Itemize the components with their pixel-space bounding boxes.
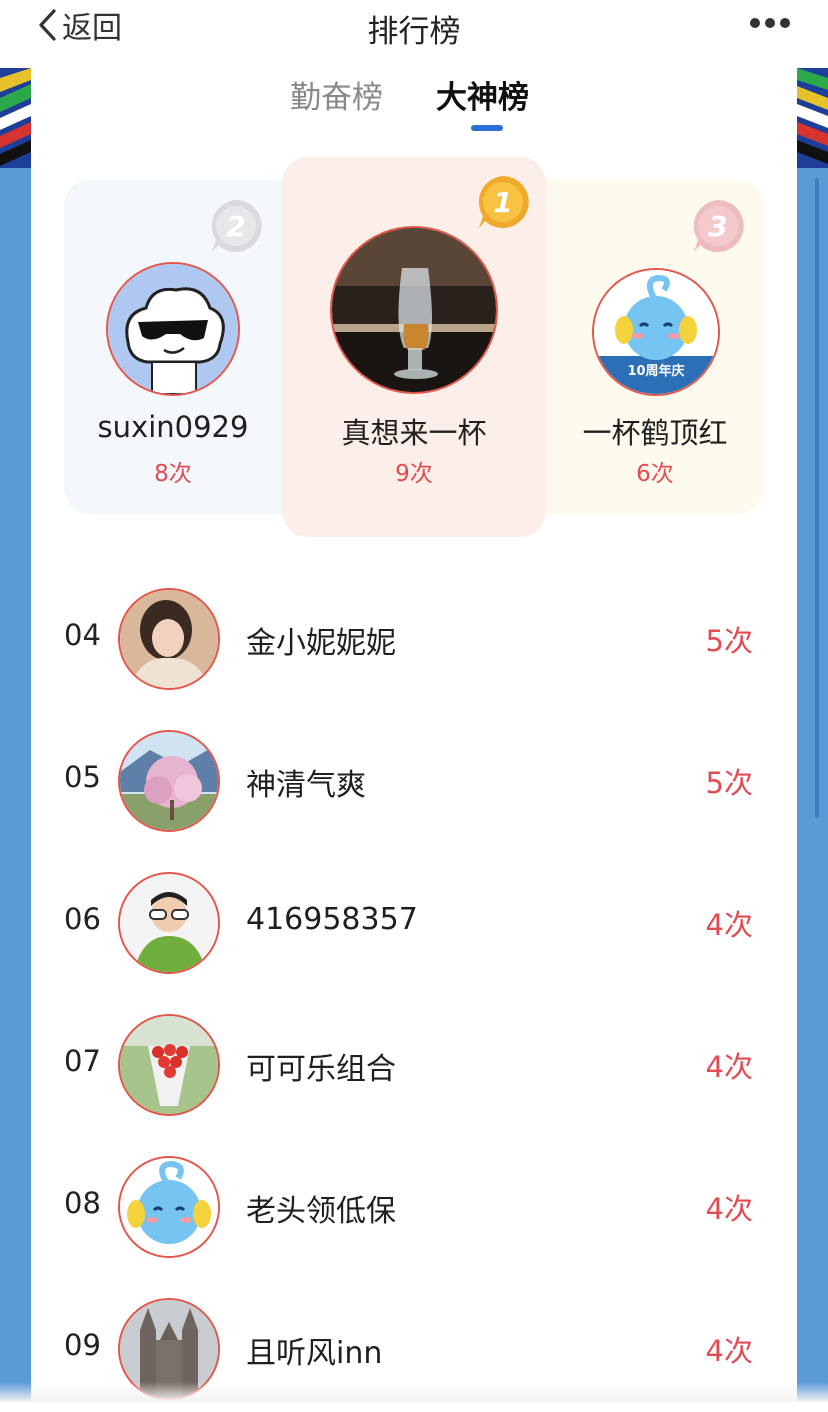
bottom-fade bbox=[0, 1382, 828, 1402]
tab-diligence[interactable]: 勤奋榜 bbox=[290, 72, 383, 117]
user-name: 且听风inn bbox=[246, 1336, 383, 1371]
svg-text:2: 2 bbox=[226, 210, 245, 243]
podium-count-second: 8次 bbox=[154, 461, 192, 487]
page-title: 排行榜 bbox=[367, 14, 461, 50]
count: 4次 bbox=[705, 1192, 753, 1226]
rank-number: 07 bbox=[64, 1044, 101, 1078]
left-decoration bbox=[0, 68, 31, 1402]
rank-number: 08 bbox=[64, 1186, 101, 1220]
rank-number: 04 bbox=[64, 618, 101, 652]
list-item[interactable]: 04 金小妮妮妮 5次 bbox=[31, 582, 797, 702]
silver-medal-icon: 2 bbox=[211, 200, 262, 252]
rank-number: 05 bbox=[64, 760, 101, 794]
count: 4次 bbox=[705, 1334, 753, 1368]
avatar[interactable] bbox=[118, 730, 220, 832]
avatar[interactable] bbox=[118, 872, 220, 974]
count: 5次 bbox=[705, 766, 753, 800]
podium-name-first: 真想来一杯 bbox=[341, 416, 487, 450]
podium-name-third: 一杯鹤顶红 bbox=[582, 416, 728, 450]
user-name: 416958357 bbox=[246, 902, 418, 937]
count: 5次 bbox=[705, 624, 753, 658]
gold-medal-icon: 1 bbox=[478, 176, 529, 228]
svg-text:3: 3 bbox=[708, 210, 727, 243]
rank-number: 09 bbox=[64, 1328, 101, 1362]
bronze-medal-icon: 3 bbox=[693, 200, 744, 252]
nav-bar: 返回 排行榜 bbox=[0, 0, 828, 50]
svg-text:10周年庆: 10周年庆 bbox=[627, 363, 684, 379]
avatar-third[interactable]: 10周年庆 bbox=[592, 268, 720, 396]
avatar-second[interactable] bbox=[106, 262, 240, 396]
count: 4次 bbox=[705, 908, 753, 942]
list-item[interactable]: 08 老头领低保 4次 bbox=[31, 1150, 797, 1270]
svg-text:1: 1 bbox=[493, 186, 512, 219]
avatar[interactable] bbox=[118, 1156, 220, 1258]
tab-masters[interactable]: 大神榜 bbox=[436, 72, 529, 117]
scrollbar[interactable] bbox=[815, 178, 819, 818]
list-item[interactable]: 06 416958357 4次 bbox=[31, 866, 797, 986]
avatar[interactable] bbox=[118, 588, 220, 690]
list-item[interactable]: 07 可可乐组合 4次 bbox=[31, 1008, 797, 1128]
more-dots-icon[interactable] bbox=[750, 18, 790, 28]
user-name: 金小妮妮妮 bbox=[246, 626, 396, 661]
podium-count-third: 6次 bbox=[636, 461, 674, 487]
rank-number: 06 bbox=[64, 902, 101, 936]
tab-active-indicator bbox=[471, 125, 503, 131]
avatar-first[interactable] bbox=[330, 226, 498, 394]
list-item[interactable]: 05 神清气爽 5次 bbox=[31, 724, 797, 844]
podium-count-first: 9次 bbox=[395, 461, 433, 487]
avatar[interactable] bbox=[118, 1014, 220, 1116]
podium-name-second: suxin0929 bbox=[97, 410, 249, 444]
right-decoration bbox=[797, 68, 828, 1402]
count: 4次 bbox=[705, 1050, 753, 1084]
user-name: 可可乐组合 bbox=[246, 1052, 396, 1087]
user-name: 老头领低保 bbox=[246, 1194, 396, 1229]
user-name: 神清气爽 bbox=[246, 768, 366, 803]
